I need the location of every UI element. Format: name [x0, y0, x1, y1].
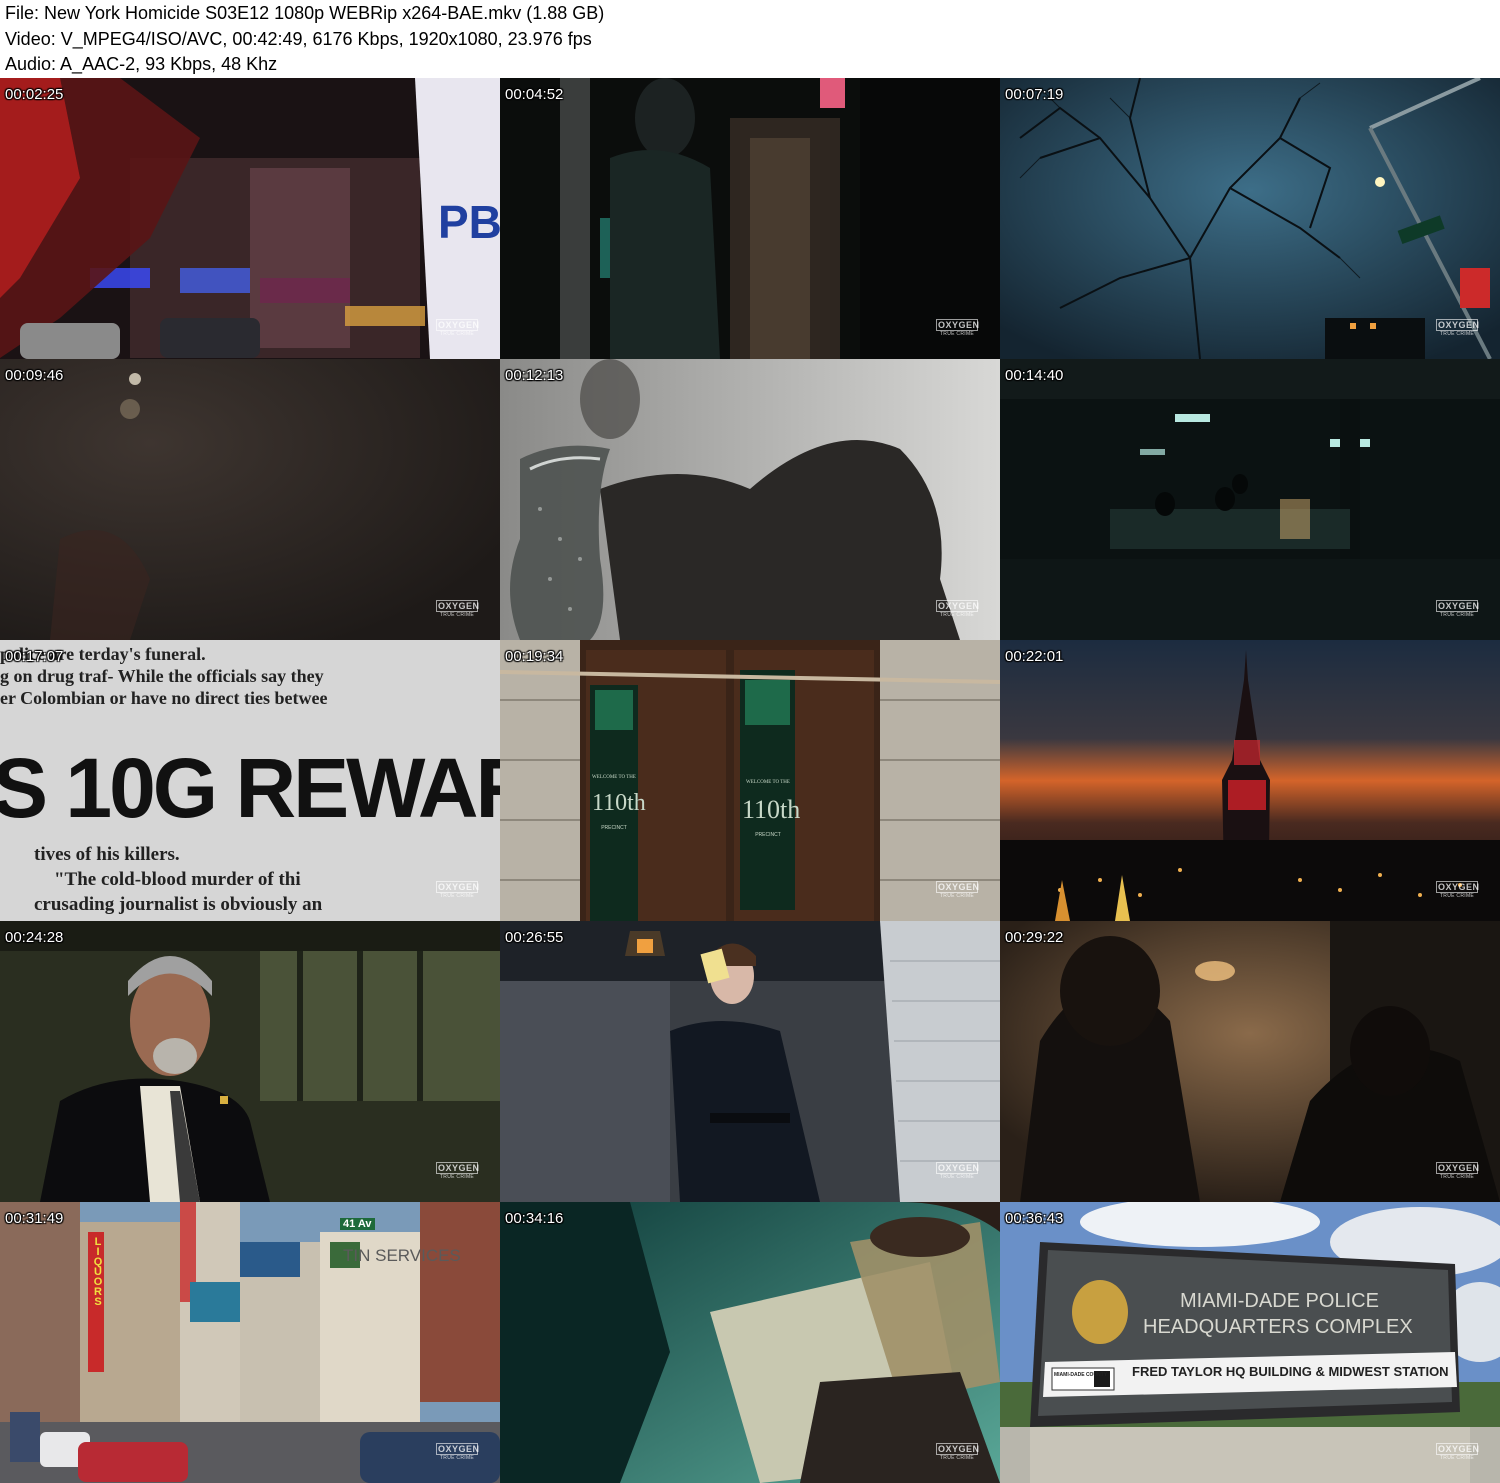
oxygen-watermark: OXYGEN TRUE CRIME [1436, 319, 1480, 337]
thumbnail-8[interactable]: WELCOME TO THE 110th PRECINCT WELCOME TO… [500, 640, 1000, 921]
scene-image [0, 921, 500, 1202]
newspaper-headline: S 10G REWARD [0, 741, 500, 835]
thumbnail-6[interactable]: 00:14:40 OXYGEN TRUE CRIME [1000, 359, 1500, 640]
file-info: File: New York Homicide S03E12 1080p WEB… [5, 3, 605, 23]
timestamp: 00:04:52 [505, 86, 564, 103]
pbq-sign: PBQ [438, 196, 500, 248]
oxygen-watermark: OXYGEN TRUE CRIME [936, 1443, 980, 1461]
liquors-sign: LIQUORS [92, 1236, 104, 1306]
timestamp: 00:09:46 [5, 367, 64, 384]
oxygen-watermark: OXYGEN TRUE CRIME [436, 319, 480, 337]
scene-image [0, 1202, 500, 1483]
poster-sub: PRECINCT [601, 825, 627, 831]
thumbnail-9[interactable]: 00:22:01 OXYGEN TRUE CRIME [1000, 640, 1500, 921]
thumbnail-10[interactable]: 00:24:28 OXYGEN TRUE CRIME [0, 921, 500, 1202]
newspaper-line: er Colombian or have no direct ties betw… [0, 688, 328, 708]
thumbnail-7[interactable]: police are terday's funeral. g on drug t… [0, 640, 500, 921]
police-sign-line2: HEADQUARTERS COMPLEX [1143, 1316, 1413, 1338]
thumbnail-15[interactable]: MIAMI-DADE POLICE HEADQUARTERS COMPLEX M… [1000, 1202, 1500, 1483]
scene-image [500, 359, 1000, 640]
timestamp: 00:22:01 [1005, 648, 1064, 665]
timestamp: 00:17:07 [5, 648, 64, 665]
timestamp: 00:34:16 [505, 1210, 564, 1227]
thumbnail-11[interactable]: 00:26:55 OXYGEN TRUE CRIME [500, 921, 1000, 1202]
scene-image [500, 921, 1000, 1202]
newspaper-line: crusading journalist is obviously an [34, 894, 323, 915]
thumbnail-14[interactable]: 00:34:16 OXYGEN TRUE CRIME [500, 1202, 1000, 1483]
services-sign: TIN SERVICES [343, 1246, 461, 1265]
thumbnail-grid: PBQ 00:02:25 OXYGENTRUE CRIME 00:04:52 O… [0, 78, 1500, 1483]
scene-image [1000, 1202, 1500, 1483]
timestamp: 00:36:43 [1005, 1210, 1064, 1227]
timestamp: 00:26:55 [505, 929, 564, 946]
poster-text: WELCOME TO THE [592, 775, 636, 780]
oxygen-watermark: OXYGEN TRUE CRIME [936, 1162, 980, 1180]
newspaper-line: tives of his killers. [34, 844, 180, 865]
timestamp: 00:02:25 [5, 86, 64, 103]
video-info: Video: V_MPEG4/ISO/AVC, 00:42:49, 6176 K… [5, 29, 592, 49]
newspaper-line: g on drug traf- While the officials say … [0, 666, 324, 686]
oxygen-watermark: OXYGEN TRUE CRIME [436, 1443, 480, 1461]
oxygen-watermark: OXYGEN TRUE CRIME [936, 319, 980, 337]
thumbnail-3[interactable]: 00:07:19 OXYGEN TRUE CRIME [1000, 78, 1500, 359]
oxygen-watermark: OXYGEN TRUE CRIME [436, 881, 480, 899]
county-logo: MIAMI-DADE COUNTY [1054, 1372, 1108, 1378]
timestamp: 00:31:49 [5, 1210, 64, 1227]
timestamp: 00:14:40 [1005, 367, 1064, 384]
scene-image [1000, 78, 1500, 359]
scene-image [500, 78, 1000, 359]
oxygen-watermark: OXYGEN TRUE CRIME [436, 1162, 480, 1180]
info-header: File: New York Homicide S03E12 1080p WEB… [0, 0, 1500, 78]
oxygen-watermark: OXYGEN TRUE CRIME [1436, 1443, 1480, 1461]
thumbnail-12[interactable]: 00:29:22 OXYGEN TRUE CRIME [1000, 921, 1500, 1202]
oxygen-watermark: OXYGEN TRUE CRIME [1436, 600, 1480, 618]
newspaper-line: "The cold-blood murder of thi [54, 869, 301, 890]
thumbnail-2[interactable]: 00:04:52 OXYGEN TRUE CRIME [500, 78, 1000, 359]
scene-image [500, 1202, 1000, 1483]
oxygen-watermark: OXYGEN TRUE CRIME [936, 881, 980, 899]
police-sign-footer: FRED TAYLOR HQ BUILDING & MIDWEST STATIO… [1132, 1364, 1449, 1379]
audio-info: Audio: A_AAC-2, 93 Kbps, 48 Khz [5, 54, 278, 74]
oxygen-watermark: OXYGEN TRUE CRIME [1436, 881, 1480, 899]
thumbnail-4[interactable]: 00:09:46 OXYGEN TRUE CRIME [0, 359, 500, 640]
poster-text: WELCOME TO THE [746, 780, 790, 785]
thumbnail-5[interactable]: 00:12:13 OXYGEN TRUE CRIME [500, 359, 1000, 640]
timestamp: 00:19:34 [505, 648, 564, 665]
timestamp: 00:29:22 [1005, 929, 1064, 946]
timestamp: 00:07:19 [1005, 86, 1064, 103]
street-sign: 41 Av [340, 1218, 375, 1230]
timestamp: 00:24:28 [5, 929, 64, 946]
poster-number: 110th [742, 795, 801, 824]
scene-image [1000, 921, 1500, 1202]
scene-image [1000, 640, 1500, 921]
thumbnail-1[interactable]: PBQ 00:02:25 OXYGENTRUE CRIME [0, 78, 500, 359]
oxygen-watermark: OXYGEN TRUE CRIME [1436, 1162, 1480, 1180]
scene-image [1000, 359, 1500, 640]
poster-number: 110th [592, 790, 646, 816]
scene-image [0, 359, 500, 640]
thumbnail-13[interactable]: LIQUORS 41 Av TIN SERVICES 00:31:49 OXYG… [0, 1202, 500, 1483]
oxygen-watermark: OXYGEN TRUE CRIME [436, 600, 480, 618]
poster-sub: PRECINCT [755, 832, 781, 838]
timestamp: 00:12:13 [505, 367, 564, 384]
scene-image: PBQ [0, 78, 500, 359]
police-sign-line1: MIAMI-DADE POLICE [1180, 1290, 1379, 1312]
oxygen-watermark: OXYGEN TRUE CRIME [936, 600, 980, 618]
